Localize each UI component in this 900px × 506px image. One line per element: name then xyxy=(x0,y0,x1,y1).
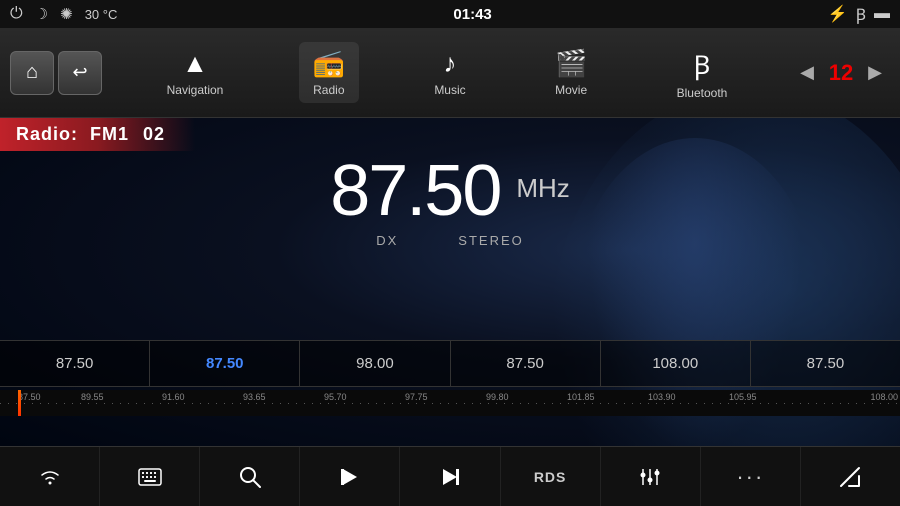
nav-item-movie[interactable]: 🎬 Movie xyxy=(541,42,601,103)
bottom-toolbar: RDS ··· xyxy=(0,446,900,506)
moon-icon: ☽ xyxy=(35,5,48,23)
frequency-scale: 87.50 89.55 91.60 93.65 95.70 97.75 99.8… xyxy=(0,390,900,416)
scale-marker-8: 103.90 xyxy=(648,392,676,402)
preset-1[interactable]: 87.50 xyxy=(0,341,150,386)
nav-items: ▲ Navigation 📻 Radio ♪ Music 🎬 Movie Ꞵ B… xyxy=(112,40,782,106)
nav-bar: ⌂ ↩ ▲ Navigation 📻 Radio ♪ Music 🎬 Movie… xyxy=(0,28,900,118)
power-icon: ⏻ xyxy=(10,5,23,23)
scale-marker-2: 91.60 xyxy=(162,392,185,402)
scale-inner: 87.50 89.55 91.60 93.65 95.70 97.75 99.8… xyxy=(0,390,900,416)
channel-number: 12 xyxy=(826,60,856,86)
scale-marker-6: 99.80 xyxy=(486,392,509,402)
more-button[interactable]: ··· xyxy=(701,447,801,506)
current-frequency-marker xyxy=(18,390,21,416)
eq-icon xyxy=(639,467,661,487)
preset-6[interactable]: 87.50 xyxy=(751,341,900,386)
nav-item-bluetooth[interactable]: Ꞵ Bluetooth xyxy=(663,40,742,106)
music-icon: ♪ xyxy=(443,48,456,79)
window-icon: ▬ xyxy=(874,5,890,23)
eq-button[interactable] xyxy=(601,447,701,506)
scale-marker-7: 101.85 xyxy=(567,392,595,402)
nav-item-music[interactable]: ♪ Music xyxy=(420,42,479,103)
radio-mode-text: Radio: xyxy=(16,124,78,144)
bluetooth-status-icon: Ꞵ xyxy=(856,3,866,25)
wifi-button[interactable] xyxy=(0,447,100,506)
clock-display: 01:43 xyxy=(117,6,827,23)
exit-button[interactable] xyxy=(801,447,900,506)
nav-label-movie: Movie xyxy=(555,83,587,97)
back-button[interactable]: ↩ xyxy=(58,51,102,95)
keyboard-button[interactable] xyxy=(100,447,200,506)
frequency-display: 87.50 MHz DX STEREO xyxy=(0,155,900,248)
status-right: ⚡ Ꞵ ▬ xyxy=(828,3,890,25)
channel-next-button[interactable]: ▶ xyxy=(860,55,890,91)
home-button[interactable]: ⌂ xyxy=(10,51,54,95)
temperature-display: 30 °C xyxy=(85,7,118,22)
search-button[interactable] xyxy=(200,447,300,506)
nav-left-buttons: ⌂ ↩ xyxy=(0,51,112,95)
more-dots-label: ··· xyxy=(736,464,764,490)
channel-prev-button[interactable]: ◀ xyxy=(792,55,822,91)
stereo-label: STEREO xyxy=(458,233,523,248)
scale-marker-0: 87.50 xyxy=(18,392,41,402)
exit-icon xyxy=(839,466,861,488)
rds-label: RDS xyxy=(534,469,567,485)
status-left: ⏻ ☽ ✺ 30 °C xyxy=(10,5,117,23)
brightness-icon: ✺ xyxy=(60,5,73,23)
scale-marker-1: 89.55 xyxy=(81,392,104,402)
preset-2[interactable]: 87.50 xyxy=(150,341,300,386)
radio-icon: 📻 xyxy=(313,48,345,79)
next-button[interactable] xyxy=(400,447,500,506)
scale-marker-3: 93.65 xyxy=(243,392,266,402)
nav-item-navigation[interactable]: ▲ Navigation xyxy=(153,42,238,103)
scale-marker-10: 108.00 xyxy=(870,392,898,402)
usb-icon: ⚡ xyxy=(828,4,848,24)
nav-label-radio: Radio xyxy=(313,83,344,97)
frequency-value: 87.50 xyxy=(330,155,500,227)
preset-4[interactable]: 87.50 xyxy=(451,341,601,386)
nav-label-music: Music xyxy=(434,83,465,97)
radio-label: Radio: FM1 02 xyxy=(0,118,195,151)
status-bar: ⏻ ☽ ✺ 30 °C 01:43 ⚡ Ꞵ ▬ xyxy=(0,0,900,28)
movie-icon: 🎬 xyxy=(555,48,587,79)
nav-label-bluetooth: Bluetooth xyxy=(677,86,728,100)
dx-label: DX xyxy=(376,233,398,248)
search-icon xyxy=(239,466,261,488)
rds-button[interactable]: RDS xyxy=(501,447,601,506)
radio-band: FM1 xyxy=(90,124,129,144)
scale-ticks xyxy=(0,403,900,404)
radio-channel: 02 xyxy=(143,124,165,144)
freq-labels: DX STEREO xyxy=(376,233,524,248)
keyboard-icon xyxy=(138,468,162,486)
scale-marker-4: 95.70 xyxy=(324,392,347,402)
preset-5[interactable]: 108.00 xyxy=(601,341,751,386)
presets-bar: 87.50 87.50 98.00 87.50 108.00 87.50 xyxy=(0,340,900,387)
next-icon xyxy=(439,466,461,488)
prev-button[interactable] xyxy=(300,447,400,506)
nav-label-navigation: Navigation xyxy=(167,83,224,97)
preset-3[interactable]: 98.00 xyxy=(300,341,450,386)
scale-marker-9: 105.95 xyxy=(729,392,757,402)
nav-item-radio[interactable]: 📻 Radio xyxy=(299,42,359,103)
frequency-unit: MHz xyxy=(516,173,569,204)
navigation-icon: ▲ xyxy=(182,48,208,79)
wifi-icon xyxy=(39,468,61,486)
bluetooth-nav-icon: Ꞵ xyxy=(694,46,711,82)
scale-marker-5: 97.75 xyxy=(405,392,428,402)
prev-icon xyxy=(339,466,361,488)
nav-right: ◀ 12 ▶ xyxy=(782,55,900,91)
